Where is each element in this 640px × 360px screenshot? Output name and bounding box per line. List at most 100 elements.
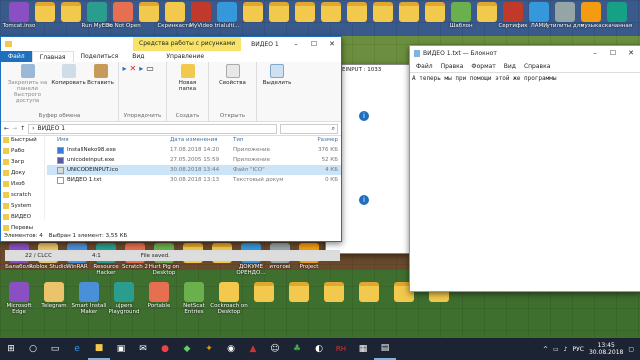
clock[interactable]: 13:45 30.08.2018 [589, 342, 623, 356]
minimize-button[interactable]: – [287, 37, 305, 51]
desktop-icon[interactable]: Portable [140, 282, 178, 309]
app-icon[interactable]: ♣ [286, 338, 308, 360]
desktop-icon[interactable] [350, 282, 388, 303]
column-date[interactable]: Дата изменения [170, 137, 233, 143]
copy-button[interactable]: Копировать [51, 64, 86, 86]
column-type[interactable]: Тип [233, 137, 294, 143]
app-icon[interactable]: ✦ [198, 338, 220, 360]
up-icon[interactable]: ↑ [20, 125, 25, 132]
file-size: 52 КБ [321, 157, 338, 163]
notifications-icon[interactable]: ▢ [628, 346, 634, 353]
file-row[interactable]: unicodeinput.exe 27.05.2005 15:59 Приложен… [47, 155, 341, 165]
desktop-icon-image [114, 282, 134, 302]
menu-view[interactable]: Вид [500, 63, 520, 70]
explorer-taskbar-icon[interactable]: ■ [88, 338, 110, 360]
back-icon[interactable]: ← [4, 125, 9, 132]
address-chevron-icon: › [32, 125, 35, 132]
chevron-up-icon[interactable]: ^ [543, 346, 548, 353]
file-row[interactable]: ВИДЕО 1.txt 30.08.2018 13:13 Текстовый док… [47, 175, 341, 185]
minimize-button[interactable]: – [586, 46, 604, 60]
volume-icon[interactable]: ♪ [564, 346, 568, 353]
tab-share[interactable]: Поделиться [74, 51, 126, 62]
close-button[interactable]: ✕ [622, 46, 640, 60]
nav-item[interactable]: Доку [1, 167, 44, 178]
language-indicator[interactable]: РУС [573, 346, 584, 353]
desktop-icon[interactable]: Microsoft Edge [0, 282, 38, 315]
select-button[interactable]: Выделить [263, 64, 291, 86]
properties-button[interactable]: Свойства [219, 64, 247, 86]
desktop-icon-image [184, 282, 204, 302]
nav-item[interactable]: System [1, 200, 44, 211]
folder-icon [3, 224, 9, 231]
ribbon-tabs: Файл Главная Поделиться Вид Управление [1, 51, 341, 62]
file-row[interactable]: InstallNeko98.exe 17.08.2018 14:20 Приложе… [47, 145, 341, 155]
copy-to-icon[interactable]: ▸ [139, 64, 143, 73]
nav-item[interactable]: ВИДЕО [1, 211, 44, 222]
desktop-icon-image [254, 282, 274, 302]
address-field[interactable]: › ВИДЕО 1 [28, 123, 277, 134]
app-icon[interactable]: RH [330, 338, 352, 360]
notepad-taskbar-icon[interactable]: ▤ [374, 338, 396, 360]
nav-item-label: Рабо [11, 147, 25, 154]
app-icon[interactable]: ☺ [264, 338, 286, 360]
desktop-icon[interactable]: Telegram [35, 282, 73, 309]
nav-item[interactable]: Загр [1, 156, 44, 167]
mail-icon[interactable]: ✉ [132, 338, 154, 360]
search-icon[interactable]: ○ [22, 338, 44, 360]
menu-format[interactable]: Формат [467, 63, 499, 70]
start-button[interactable]: ⊞ [0, 338, 22, 360]
nav-item-label: Быстрый [11, 136, 37, 143]
desktop-icon[interactable]: ujpers Playground [105, 282, 143, 315]
new-folder-button[interactable]: Новая папка [174, 64, 202, 92]
move-to-icon[interactable]: ▸ [123, 64, 127, 73]
explorer-titlebar[interactable]: Средства работы с рисунками ВИДЕО 1 – ☐ … [1, 37, 341, 51]
nav-item[interactable]: Быстрый [1, 134, 44, 145]
app-icon[interactable]: ◉ [220, 338, 242, 360]
context-tab[interactable]: Средства работы с рисунками [133, 37, 242, 51]
tab-view[interactable]: Вид [125, 51, 151, 62]
desktop-icon[interactable]: Smart Install Maker [70, 282, 108, 315]
desktop-icon[interactable] [315, 282, 353, 303]
desktop-icon[interactable]: NetScat Entries [175, 282, 213, 315]
store-icon[interactable]: ▣ [110, 338, 132, 360]
rename-icon[interactable]: ▭ [146, 64, 154, 73]
notepad-menu: Файл Правка Формат Вид Справка [410, 60, 640, 72]
app-icon[interactable]: ◐ [308, 338, 330, 360]
notepad-text-area[interactable]: А теперь мы при помощи этой же программы [410, 72, 640, 84]
network-icon[interactable]: ▭ [553, 346, 559, 353]
tab-file[interactable]: Файл [1, 51, 32, 62]
forward-icon[interactable]: → [12, 125, 17, 132]
desktop-icon[interactable] [245, 282, 283, 303]
nav-item[interactable]: Рабо [1, 145, 44, 156]
desktop-icon[interactable]: Cockroach on Desktop [210, 282, 248, 315]
app-icon[interactable]: ● [154, 338, 176, 360]
menu-edit[interactable]: Правка [437, 63, 468, 70]
search-input[interactable]: ⌕ [280, 123, 338, 134]
close-button[interactable]: ✕ [323, 37, 341, 51]
nav-item[interactable]: scratch [1, 189, 44, 200]
desktop-icon[interactable] [280, 282, 318, 303]
app-icon[interactable]: ▦ [352, 338, 374, 360]
tab-manage[interactable]: Управление [159, 51, 211, 62]
nav-item[interactable]: Изоб [1, 178, 44, 189]
notepad-window[interactable]: ВИДЕО 1.txt — Блокнот – ☐ ✕ Файл Правка … [409, 45, 640, 292]
desktop-icon[interactable]: скачанная [598, 2, 636, 29]
notepad-titlebar[interactable]: ВИДЕО 1.txt — Блокнот – ☐ ✕ [410, 46, 640, 60]
column-name[interactable]: Имя [47, 137, 170, 143]
paste-button[interactable]: Вставить [87, 64, 115, 86]
app-icon[interactable]: ◆ [176, 338, 198, 360]
app-icon[interactable]: ▲ [242, 338, 264, 360]
task-view-icon[interactable]: ▭ [44, 338, 66, 360]
delete-icon[interactable]: ✕ [130, 64, 137, 73]
file-row[interactable]: UNICODEINPUT.ico 30.08.2018 13:44 Файл "IC… [47, 165, 341, 175]
column-size[interactable]: Размер [294, 137, 338, 143]
tab-home[interactable]: Главная [31, 51, 74, 62]
pin-quick-access-button[interactable]: Закрепить на панели быстрого доступа [5, 64, 51, 104]
maximize-button[interactable]: ☐ [604, 46, 622, 60]
select-group: Выделить [257, 62, 297, 121]
menu-file[interactable]: Файл [412, 63, 437, 70]
maximize-button[interactable]: ☐ [305, 37, 323, 51]
edge-icon[interactable]: e [66, 338, 88, 360]
menu-help[interactable]: Справка [520, 63, 554, 70]
explorer-window[interactable]: Средства работы с рисунками ВИДЕО 1 – ☐ … [0, 36, 342, 242]
